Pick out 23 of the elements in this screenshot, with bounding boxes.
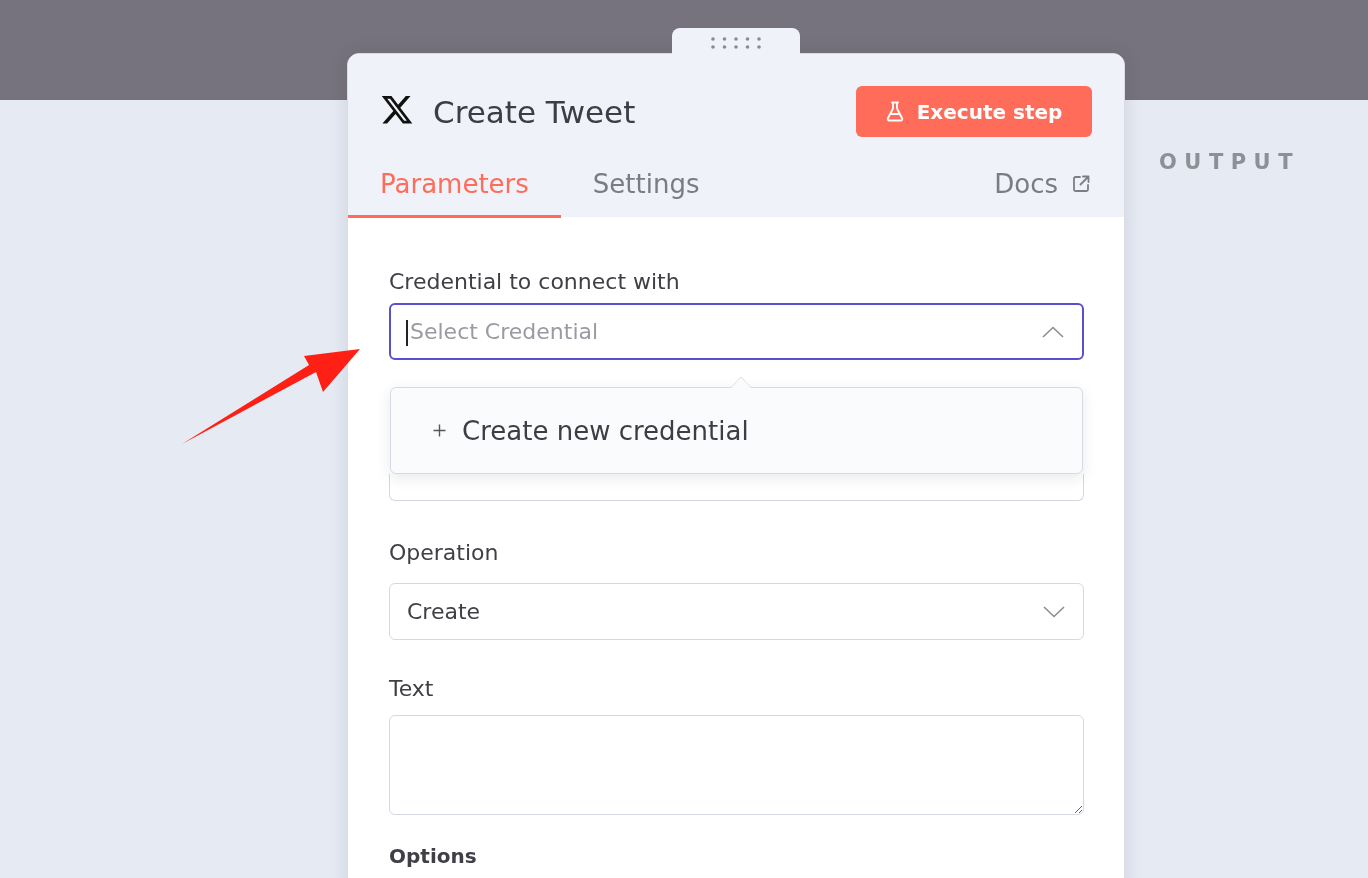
field-label: Text [389, 675, 435, 702]
text-cursor [406, 320, 408, 346]
tab[interactable]: Settings [560, 152, 732, 218]
external-link-icon [1071, 173, 1091, 194]
node-title: Create Tweet [433, 92, 637, 131]
select-field[interactable]: Select Credential [389, 303, 1084, 360]
tab[interactable]: Parameters [348, 152, 561, 218]
chevron-down-icon [1043, 605, 1065, 618]
text-area-field[interactable] [389, 715, 1084, 815]
menu-item[interactable]: Create new credential [391, 400, 1082, 461]
field-label: Operation [389, 539, 500, 566]
select-field[interactable]: Create [389, 583, 1084, 640]
execute-step-button[interactable]: Execute step [856, 86, 1092, 137]
select-field[interactable] [389, 474, 1084, 501]
docs-link[interactable]: Docs [994, 152, 1091, 217]
output-label: OUTPUT [1159, 149, 1300, 175]
field-label: Credential to connect with [389, 268, 681, 295]
grip-dots-icon [711, 36, 761, 49]
flask-icon [885, 101, 904, 122]
section-heading: Options [389, 843, 477, 869]
chevron-up-icon [1042, 325, 1064, 338]
plus-icon [433, 424, 446, 437]
drag-handle[interactable] [672, 28, 800, 55]
